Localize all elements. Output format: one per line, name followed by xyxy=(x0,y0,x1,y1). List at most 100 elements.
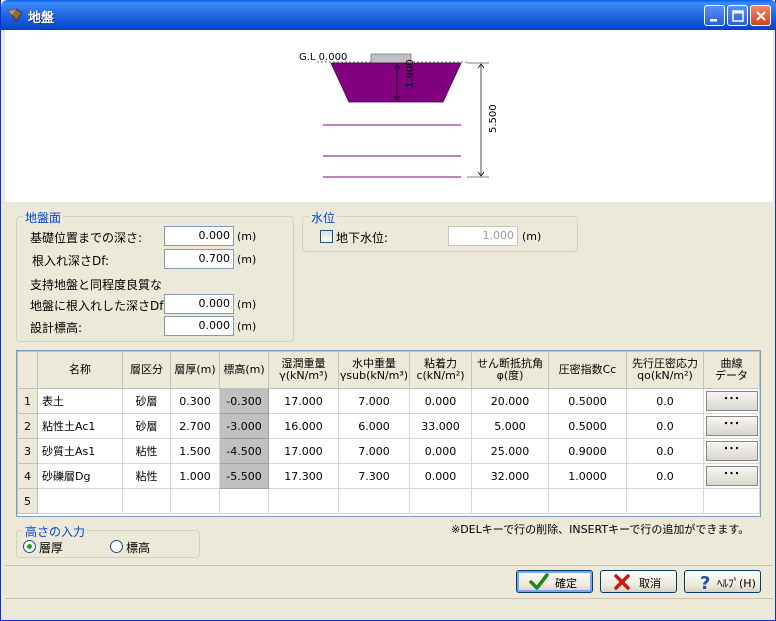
cell-elevation: -0.300 xyxy=(219,388,269,414)
cell-layer-type[interactable]: 砂層 xyxy=(122,388,171,414)
header-name[interactable]: 名称 xyxy=(37,351,123,389)
radio-elevation-label[interactable]: 標高 xyxy=(126,539,150,556)
header-compression-index[interactable]: 圧密指数Cc xyxy=(548,351,627,389)
embed-depth-unit: (m) xyxy=(237,253,257,266)
cell-preconsolidation[interactable]: 0.0 xyxy=(626,463,704,489)
cell-wet-weight[interactable]: 17.000 xyxy=(268,388,339,414)
table-row-empty[interactable]: 5 xyxy=(17,488,760,514)
row-number[interactable]: 4 xyxy=(17,463,38,489)
row-number[interactable]: 2 xyxy=(17,413,38,439)
cell-layer-type[interactable]: 粘性 xyxy=(122,463,171,489)
header-submerged-weight[interactable]: 水中重量 γsub(kN/m³) xyxy=(338,351,410,389)
ok-button[interactable]: 確定 xyxy=(516,570,593,593)
groundwater-label: 地下水位: xyxy=(336,231,389,245)
gl-label: G.L 0.000 xyxy=(299,52,347,63)
header-preconsolidation[interactable]: 先行圧密応力 qo(kN/m²) xyxy=(626,351,704,389)
cell-submerged-weight[interactable]: 7.000 xyxy=(338,438,410,464)
header-curve-data[interactable]: 曲線 データ xyxy=(703,351,760,389)
groundwater-checkbox[interactable] xyxy=(320,230,333,243)
cell-curve[interactable]: ･･･ xyxy=(703,438,760,464)
embed-depth-good-unit: (m) xyxy=(237,298,257,311)
cell-preconsolidation[interactable]: 0.0 xyxy=(626,438,704,464)
cell-preconsolidation[interactable]: 0.0 xyxy=(626,413,704,439)
header-wet-weight[interactable]: 湿潤重量 γ(kN/m³) xyxy=(268,351,339,389)
groundwater-unit: (m) xyxy=(522,230,542,243)
height-input-legend: 高さの入力 xyxy=(23,523,88,540)
curve-data-button[interactable]: ･･･ xyxy=(705,391,758,411)
cell-wet-weight[interactable]: 16.000 xyxy=(268,413,339,439)
design-elevation-input[interactable]: 0.000 xyxy=(164,316,234,336)
cell-submerged-weight[interactable]: 7.300 xyxy=(338,463,410,489)
header-thickness[interactable]: 層厚(m) xyxy=(170,351,220,389)
header-layer-type[interactable]: 層区分 xyxy=(122,351,171,389)
cell-compression-index[interactable]: 0.9000 xyxy=(548,438,627,464)
table-row[interactable]: 4 砂礫層Dg 粘性 1.000 -5.500 17.300 7.300 0.0… xyxy=(17,463,760,489)
curve-data-button[interactable]: ･･･ xyxy=(705,466,758,486)
footing-block xyxy=(330,62,462,103)
depth-to-base-input[interactable]: 0.000 xyxy=(164,226,234,246)
cell-curve[interactable]: ･･･ xyxy=(703,463,760,489)
row-number[interactable]: 5 xyxy=(17,488,38,514)
cell-thickness[interactable]: 1.000 xyxy=(170,463,220,489)
cell-curve[interactable]: ･･･ xyxy=(703,413,760,439)
design-elevation-unit: (m) xyxy=(237,320,257,333)
cell-thickness[interactable]: 0.300 xyxy=(170,388,220,414)
soil-layer-grid[interactable]: 名称 層区分 層厚(m) 標高(m) 湿潤重量 γ(kN/m³) 水中重量 γsub… xyxy=(16,350,761,517)
table-row[interactable]: 1 表土 砂層 0.300 -0.300 17.000 7.000 0.000 … xyxy=(17,388,760,414)
curve-data-button[interactable]: ･･･ xyxy=(705,441,758,461)
cell-preconsolidation[interactable]: 0.0 xyxy=(626,388,704,414)
cancel-label: 取消 xyxy=(639,577,661,590)
svg-text:?: ? xyxy=(700,573,710,591)
radio-elevation[interactable] xyxy=(110,540,123,553)
cell-friction-angle[interactable]: 25.000 xyxy=(471,438,549,464)
cell-cohesion[interactable]: 0.000 xyxy=(409,463,472,489)
radio-thickness-label[interactable]: 層厚 xyxy=(39,539,63,556)
help-button[interactable]: ? ﾍﾙﾌﾟ(H) xyxy=(684,570,761,593)
cell-curve[interactable]: ･･･ xyxy=(703,388,760,414)
cell-submerged-weight[interactable]: 7.000 xyxy=(338,388,410,414)
row-number[interactable]: 3 xyxy=(17,438,38,464)
header-friction-angle[interactable]: せん断抵抗角 φ(度) xyxy=(471,351,549,389)
table-row[interactable]: 3 砂質土As1 粘性 1.500 -4.500 17.000 7.000 0.… xyxy=(17,438,760,464)
cell-cohesion[interactable]: 0.000 xyxy=(409,438,472,464)
cell-wet-weight[interactable]: 17.300 xyxy=(268,463,339,489)
cell-compression-index[interactable]: 0.5000 xyxy=(548,413,627,439)
cell-friction-angle[interactable]: 32.000 xyxy=(471,463,549,489)
minimize-button[interactable] xyxy=(704,5,725,26)
title-bar[interactable]: 地盤 xyxy=(1,0,776,30)
depth-to-base-label: 基礎位置までの深さ: xyxy=(30,231,143,245)
cell-name[interactable]: 表土 xyxy=(37,388,123,414)
close-button[interactable] xyxy=(750,5,771,26)
cell-submerged-weight[interactable]: 6.000 xyxy=(338,413,410,439)
ok-label: 確定 xyxy=(555,577,577,590)
cell-layer-type[interactable]: 粘性 xyxy=(122,438,171,464)
embed-depth-input[interactable]: 0.700 xyxy=(164,249,234,269)
table-row[interactable]: 2 粘性土Ac1 砂層 2.700 -3.000 16.000 6.000 33… xyxy=(17,413,760,439)
cell-cohesion[interactable]: 33.000 xyxy=(409,413,472,439)
cell-name[interactable]: 砂質土As1 xyxy=(37,438,123,464)
cell-cohesion[interactable]: 0.000 xyxy=(409,388,472,414)
cell-elevation: -5.500 xyxy=(219,463,269,489)
groundwater-input[interactable]: 1.000 xyxy=(448,226,518,246)
cell-friction-angle[interactable]: 20.000 xyxy=(471,388,549,414)
cell-compression-index[interactable]: 0.5000 xyxy=(548,388,627,414)
curve-data-button[interactable]: ･･･ xyxy=(705,416,758,436)
header-elevation[interactable]: 標高(m) xyxy=(219,351,269,389)
header-cohesion[interactable]: 粘着力 c(kN/m²) xyxy=(409,351,472,389)
water-level-legend: 水位 xyxy=(309,209,338,226)
embed-depth-good-input[interactable]: 0.000 xyxy=(164,294,234,314)
cell-thickness[interactable]: 2.700 xyxy=(170,413,220,439)
cell-thickness[interactable]: 1.500 xyxy=(170,438,220,464)
radio-thickness[interactable] xyxy=(23,540,36,553)
row-number[interactable]: 1 xyxy=(17,388,38,414)
cancel-button[interactable]: 取消 xyxy=(600,570,677,593)
cell-layer-type[interactable]: 砂層 xyxy=(122,413,171,439)
footing-depth-label: 1.900 xyxy=(405,59,416,88)
cell-compression-index[interactable]: 1.0000 xyxy=(548,463,627,489)
cell-wet-weight[interactable]: 17.000 xyxy=(268,438,339,464)
cell-name[interactable]: 砂礫層Dg xyxy=(37,463,123,489)
cell-elevation: -4.500 xyxy=(219,438,269,464)
maximize-button[interactable] xyxy=(727,5,748,26)
cell-name[interactable]: 粘性土Ac1 xyxy=(37,413,123,439)
cell-friction-angle[interactable]: 5.000 xyxy=(471,413,549,439)
